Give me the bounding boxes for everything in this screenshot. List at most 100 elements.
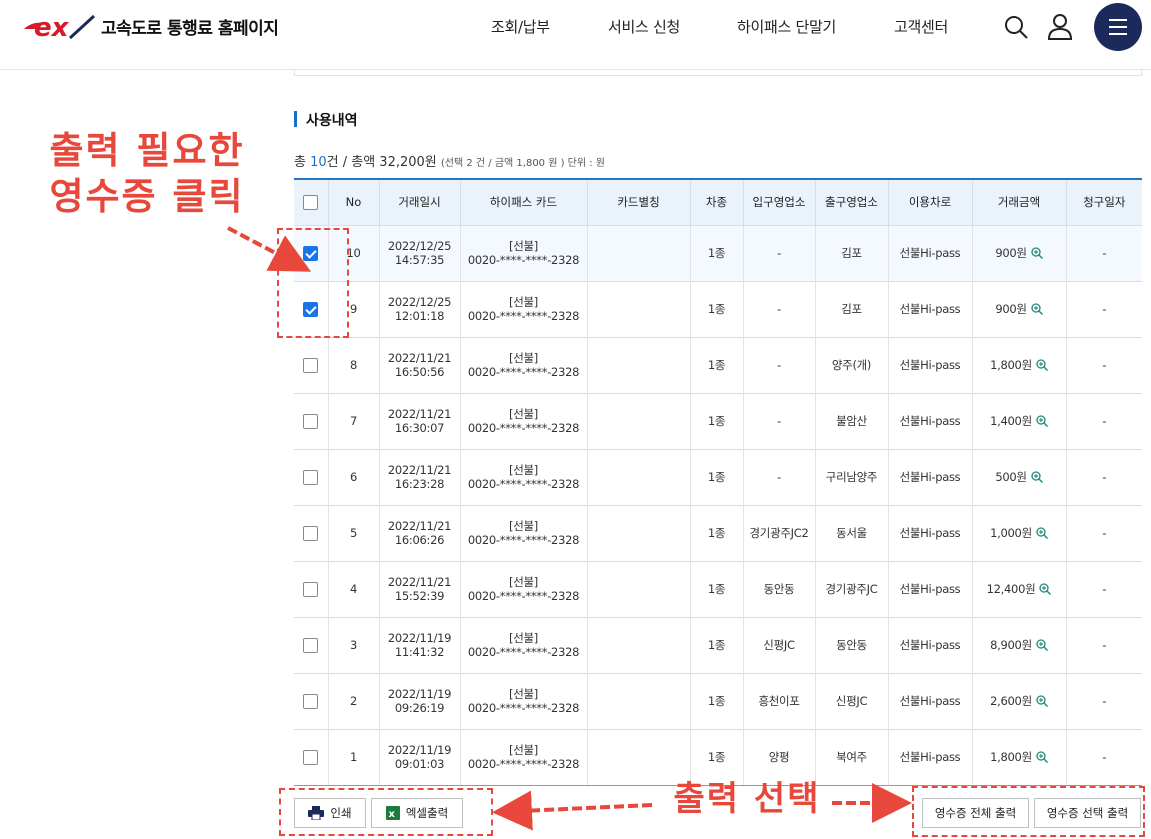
cell-entry: - bbox=[742, 280, 815, 337]
zoom-in-icon[interactable] bbox=[1036, 527, 1048, 539]
cell-card: [선불] 0020-****-****-2328 bbox=[459, 560, 587, 617]
row-select-cell[interactable] bbox=[294, 504, 328, 561]
nav-hipass-device[interactable]: 하이패스 단말기 bbox=[737, 16, 836, 37]
cell-amount: 8,900원 bbox=[971, 616, 1066, 673]
cell-datetime: 2022/11/19 09:26:19 bbox=[378, 672, 460, 729]
menu-icon[interactable] bbox=[1094, 3, 1142, 51]
select-all-checkbox[interactable] bbox=[303, 194, 319, 210]
cell-date: 2022/11/21 bbox=[387, 574, 452, 589]
row-select-cell[interactable] bbox=[294, 392, 328, 449]
cell-vehicle: 1종 bbox=[689, 560, 743, 617]
cell-exit-text: 양주(개) bbox=[831, 357, 872, 372]
cell-vehicle: 1종 bbox=[689, 672, 743, 729]
zoom-in-icon[interactable] bbox=[1031, 471, 1043, 483]
cell-amount-value: 1,800원 bbox=[990, 357, 1032, 372]
col-vehicle: 차종 bbox=[689, 178, 743, 225]
zoom-in-icon[interactable] bbox=[1039, 583, 1052, 595]
cell-entry-text: 흥천이포 bbox=[758, 693, 800, 708]
row-checkbox[interactable] bbox=[303, 525, 319, 541]
zoom-in-icon[interactable] bbox=[1031, 303, 1043, 315]
nav-service-apply[interactable]: 서비스 신청 bbox=[608, 16, 680, 37]
cell-card-type: [선불] bbox=[509, 462, 538, 477]
cell-vehicle: 1종 bbox=[689, 616, 743, 673]
cell-card: [선불] 0020-****-****-2328 bbox=[459, 672, 587, 729]
row-checkbox[interactable] bbox=[303, 581, 319, 597]
cell-card-number: 0020-****-****-2328 bbox=[467, 477, 580, 491]
zoom-in-icon[interactable] bbox=[1036, 415, 1048, 427]
zoom-in-icon[interactable] bbox=[1036, 751, 1048, 763]
row-checkbox[interactable] bbox=[303, 357, 319, 373]
cell-card: [선불] 0020-****-****-2328 bbox=[459, 280, 587, 337]
row-select-cell[interactable] bbox=[294, 448, 328, 505]
row-checkbox[interactable] bbox=[303, 749, 319, 765]
cell-lane: 선불Hi-pass bbox=[887, 336, 972, 393]
cell-exit: 동서울 bbox=[814, 504, 888, 561]
annotation-click-note: 출력 필요한 영수증 클릭 bbox=[42, 128, 252, 220]
cell-time: 16:50:56 bbox=[394, 365, 445, 379]
cell-card: [선불] 0020-****-****-2328 bbox=[459, 728, 587, 786]
cell-billing-date: - bbox=[1065, 504, 1142, 561]
row-checkbox[interactable] bbox=[303, 637, 319, 653]
table-row[interactable]: 6 2022/11/21 16:23:28 [선불] 0020-****-****-23… bbox=[294, 448, 1142, 505]
cell-amount: 1,000원 bbox=[971, 504, 1066, 561]
site-title[interactable]: 고속도로 통행료 홈페이지 bbox=[101, 14, 279, 39]
annotation-checkbox-highlight bbox=[277, 228, 349, 338]
cell-card-number: 0020-****-****-2328 bbox=[467, 421, 580, 435]
cell-entry: - bbox=[742, 448, 815, 505]
nav-customer-center[interactable]: 고객센터 bbox=[894, 16, 948, 37]
cell-date: 2022/11/19 bbox=[387, 686, 452, 701]
cell-card: [선불] 0020-****-****-2328 bbox=[459, 448, 587, 505]
table-row[interactable]: 3 2022/11/19 11:41:32 [선불] 0020-****-****-23… bbox=[294, 616, 1142, 673]
row-select-cell[interactable] bbox=[294, 560, 328, 617]
table-body: 10 2022/12/25 14:57:35 [선불] 0020-****-****-2… bbox=[294, 224, 1142, 786]
user-icon[interactable] bbox=[1046, 12, 1074, 42]
cell-vehicle: 1종 bbox=[689, 504, 743, 561]
cell-date: 2022/11/19 bbox=[387, 742, 452, 757]
table-row[interactable]: 9 2022/12/25 12:01:18 [선불] 0020-****-****-23… bbox=[294, 280, 1142, 337]
table-row[interactable]: 7 2022/11/21 16:30:07 [선불] 0020-****-****-23… bbox=[294, 392, 1142, 449]
cell-card-number: 0020-****-****-2328 bbox=[467, 589, 580, 603]
cell-card-type: [선불] bbox=[509, 518, 538, 533]
row-checkbox[interactable] bbox=[303, 469, 319, 485]
cell-card-number: 0020-****-****-2328 bbox=[467, 757, 580, 771]
row-select-cell[interactable] bbox=[294, 728, 328, 786]
row-select-cell[interactable] bbox=[294, 616, 328, 673]
zoom-in-icon[interactable] bbox=[1036, 359, 1048, 371]
summary-selection-detail: (선택 2 건 / 금액 1,800 원 ) 단위 : 원 bbox=[440, 158, 606, 169]
row-checkbox[interactable] bbox=[303, 693, 319, 709]
col-exit: 출구영업소 bbox=[814, 178, 888, 225]
cell-exit-text: 경기광주JC bbox=[825, 581, 878, 596]
annotation-line-2: 영수증 클릭 bbox=[49, 175, 245, 218]
row-select-cell[interactable] bbox=[294, 336, 328, 393]
cell-no: 8 bbox=[327, 336, 379, 393]
cell-date: 2022/11/21 bbox=[387, 518, 452, 533]
cell-time: 09:01:03 bbox=[394, 757, 445, 771]
cell-exit: 경기광주JC bbox=[814, 560, 888, 617]
zoom-in-icon[interactable] bbox=[1031, 247, 1043, 259]
cell-datetime: 2022/11/21 16:50:56 bbox=[378, 336, 460, 393]
table-row[interactable]: 1 2022/11/19 09:01:03 [선불] 0020-****-****-23… bbox=[294, 728, 1142, 786]
search-icon[interactable] bbox=[1003, 12, 1031, 42]
cell-lane: 선불Hi-pass bbox=[887, 672, 972, 729]
select-all-cell[interactable] bbox=[294, 178, 328, 225]
table-row[interactable]: 4 2022/11/21 15:52:39 [선불] 0020-****-****-23… bbox=[294, 560, 1142, 617]
cell-amount-value: 12,400원 bbox=[986, 581, 1036, 596]
cell-entry: 양평 bbox=[742, 728, 815, 786]
cell-date: 2022/11/21 bbox=[387, 350, 452, 365]
col-billing-date: 청구일자 bbox=[1065, 178, 1142, 225]
table-row[interactable]: 5 2022/11/21 16:06:26 [선불] 0020-****-****-23… bbox=[294, 504, 1142, 561]
cell-vehicle: 1종 bbox=[689, 280, 743, 337]
zoom-in-icon[interactable] bbox=[1036, 695, 1048, 707]
col-entry: 입구영업소 bbox=[742, 178, 815, 225]
table-row[interactable]: 10 2022/12/25 14:57:35 [선불] 0020-****-****-2… bbox=[294, 224, 1142, 281]
row-checkbox[interactable] bbox=[303, 413, 319, 429]
ex-logo[interactable]: ex bbox=[22, 12, 96, 42]
cell-entry-text: - bbox=[777, 357, 781, 372]
cell-card-type: [선불] bbox=[509, 630, 538, 645]
cell-no: 7 bbox=[327, 392, 379, 449]
table-row[interactable]: 2 2022/11/19 09:26:19 [선불] 0020-****-****-23… bbox=[294, 672, 1142, 729]
row-select-cell[interactable] bbox=[294, 672, 328, 729]
nav-lookup-payment[interactable]: 조회/납부 bbox=[491, 16, 550, 37]
zoom-in-icon[interactable] bbox=[1036, 639, 1048, 651]
table-row[interactable]: 8 2022/11/21 16:50:56 [선불] 0020-****-****-23… bbox=[294, 336, 1142, 393]
